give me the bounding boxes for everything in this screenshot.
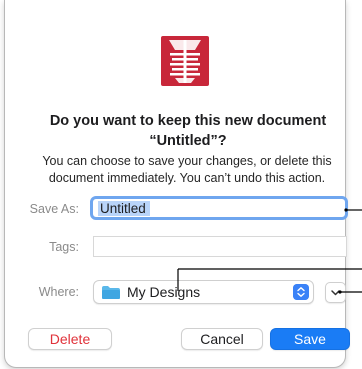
folder-icon — [102, 286, 120, 299]
save-as-field[interactable]: Untitled — [90, 196, 348, 220]
chevron-down-icon — [331, 290, 340, 296]
cancel-button[interactable]: Cancel — [181, 328, 263, 350]
tags-label: Tags: — [49, 240, 79, 254]
where-value: My Designs — [127, 284, 201, 300]
save-dialog: Do you want to keep this new document “U… — [4, 0, 350, 368]
save-as-text: Untitled — [98, 201, 150, 216]
dialog-title: Do you want to keep this new document “U… — [49, 113, 327, 149]
popup-stepper-icon — [293, 284, 309, 300]
tags-field[interactable] — [93, 236, 347, 257]
app-icon — [161, 36, 209, 86]
where-popup[interactable]: My Designs — [93, 280, 314, 304]
delete-button[interactable]: Delete — [28, 328, 112, 350]
expand-button[interactable] — [325, 282, 346, 303]
dialog-message: You can choose to save your changes, or … — [42, 154, 332, 185]
where-label: Where: — [38, 285, 79, 299]
save-button[interactable]: Save — [270, 328, 350, 350]
save-as-label: Save As: — [29, 202, 79, 216]
